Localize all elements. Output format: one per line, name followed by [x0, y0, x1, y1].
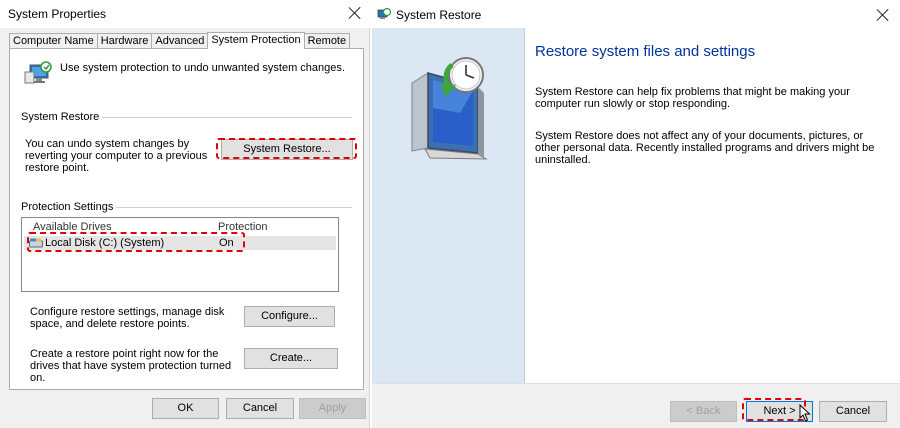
tab-computer-name[interactable]: Computer Name [9, 33, 98, 49]
wizard-paragraph-1: System Restore can help fix problems tha… [535, 86, 850, 110]
configure-button[interactable]: Configure... [244, 306, 335, 327]
wizard-side-pane [372, 28, 524, 383]
tab-system-protection[interactable]: System Protection [207, 32, 305, 49]
column-header-protection[interactable]: Protection [218, 221, 268, 233]
back-button[interactable]: < Back [670, 401, 737, 422]
system-restore-button[interactable]: System Restore... [221, 139, 353, 160]
window-title: System Restore [396, 8, 482, 22]
wizard-button-bar: < Back Next > Cancel [372, 383, 900, 428]
pane-divider [524, 28, 525, 383]
apply-button[interactable]: Apply [299, 398, 366, 419]
window-title: System Properties [8, 7, 107, 21]
drive-protection-status: On [219, 237, 234, 249]
disk-icon [29, 238, 43, 248]
cancel-button[interactable]: Cancel [226, 398, 294, 419]
system-restore-description: You can undo system changes by reverting… [25, 138, 208, 174]
intro-text: Use system protection to undo unwanted s… [60, 62, 345, 74]
system-restore-wizard: System Restore Restore system files and … [372, 0, 900, 428]
create-button[interactable]: Create... [244, 348, 338, 369]
system-properties-titlebar: System Properties [0, 0, 370, 28]
configure-description: Configure restore settings, manage disk … [30, 306, 225, 330]
close-icon[interactable] [347, 5, 363, 21]
tab-hardware[interactable]: Hardware [96, 33, 153, 49]
system-restore-group-label: System Restore [21, 111, 103, 123]
drive-name: Local Disk (C:) (System) [45, 237, 165, 249]
system-protection-icon [24, 61, 52, 84]
page-title: Restore system files and settings [535, 43, 756, 60]
tab-strip: Computer Name Hardware Advanced System P… [9, 32, 351, 49]
system-properties-dialog: System Properties Computer Name Hardware… [0, 0, 370, 428]
cancel-button[interactable]: Cancel [819, 401, 887, 422]
table-row[interactable]: Local Disk (C:) (System) On [24, 236, 336, 250]
tab-advanced[interactable]: Advanced [151, 33, 209, 49]
create-description: Create a restore point right now for the… [30, 348, 232, 384]
mouse-cursor-icon [799, 404, 811, 422]
protection-settings-group-label: Protection Settings [21, 201, 117, 213]
wizard-paragraph-2: System Restore does not affect any of yo… [535, 130, 875, 166]
close-icon[interactable] [875, 7, 891, 23]
system-restore-title-icon [377, 7, 391, 19]
column-header-available-drives[interactable]: Available Drives [33, 221, 112, 233]
drives-list[interactable]: Available Drives Protection Local Disk (… [21, 217, 339, 292]
tab-remote[interactable]: Remote [303, 33, 351, 49]
system-restore-illustration-icon [411, 57, 488, 160]
ok-button[interactable]: OK [152, 398, 219, 419]
